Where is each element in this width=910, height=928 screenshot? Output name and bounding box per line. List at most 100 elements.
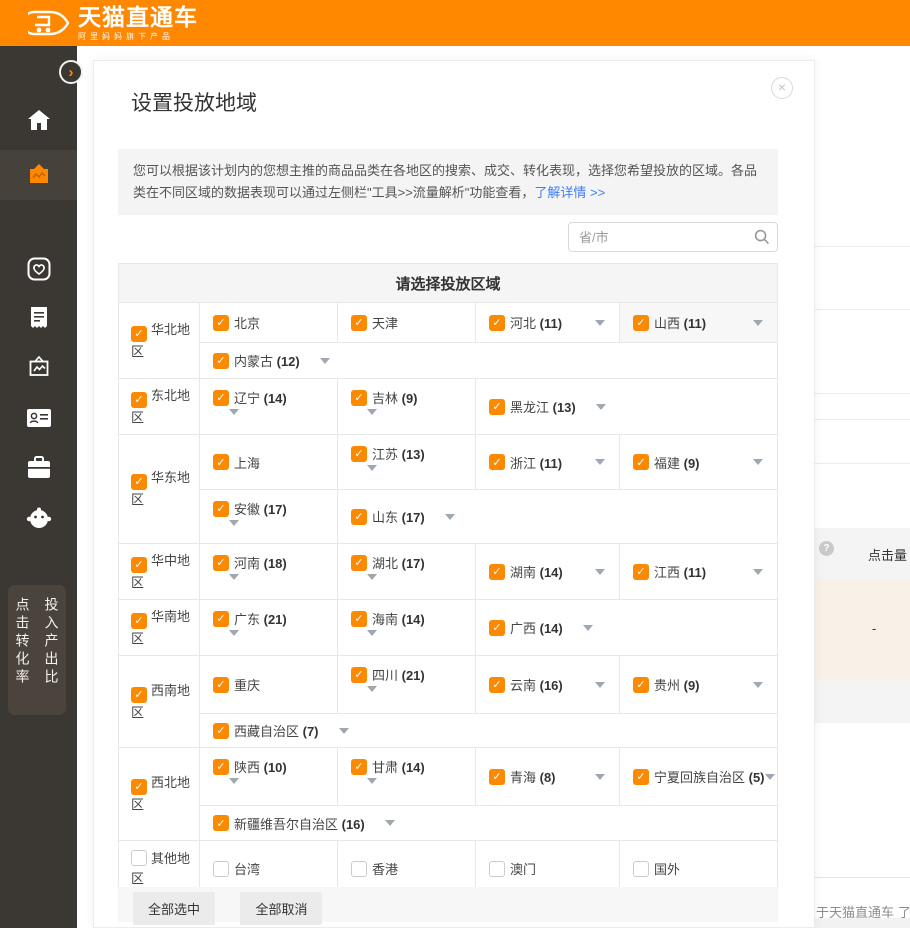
checkbox-checked[interactable]: ✓ — [489, 399, 505, 415]
checkbox-checked[interactable]: ✓ — [131, 474, 147, 490]
checkbox-checked[interactable]: ✓ — [213, 555, 229, 571]
checkbox-checked[interactable]: ✓ — [633, 677, 649, 693]
checkbox-checked[interactable]: ✓ — [633, 769, 649, 785]
province-cell[interactable]: ✓海南 (14) — [337, 600, 475, 655]
province-cell[interactable]: ✓重庆 — [200, 656, 337, 713]
sidebar-item-home[interactable] — [0, 108, 77, 132]
checkbox-checked[interactable]: ✓ — [351, 509, 367, 525]
dropdown-arrow-icon[interactable] — [229, 409, 239, 432]
dropdown-arrow-icon[interactable] — [753, 569, 763, 575]
checkbox-checked[interactable]: ✓ — [351, 390, 367, 406]
province-cell[interactable]: ✓内蒙古 (12) — [200, 343, 777, 378]
search-icon[interactable] — [754, 229, 770, 245]
province-cell[interactable]: ✓黑龙江 (13) — [475, 379, 777, 434]
sidebar-item-tools[interactable] — [0, 456, 77, 480]
checkbox-checked[interactable]: ✓ — [351, 315, 367, 331]
province-cell[interactable]: ✓山西 (11) — [619, 303, 777, 342]
province-cell[interactable]: ✓青海 (8) — [475, 748, 619, 805]
sidebar-item-campaign-active[interactable] — [0, 150, 77, 200]
province-cell[interactable]: ✓甘肃 (14) — [337, 748, 475, 805]
sidebar-item-favorites[interactable] — [0, 257, 77, 281]
region-cell[interactable]: ✓西南地区 — [119, 656, 200, 747]
province-cell[interactable]: ✓四川 (21) — [337, 656, 475, 713]
learn-more-link[interactable]: 了解详情 >> — [534, 185, 605, 200]
dropdown-arrow-icon[interactable] — [595, 569, 605, 575]
province-cell[interactable]: ✓广东 (21) — [200, 600, 337, 655]
region-cell[interactable]: ✓华北地区 — [119, 303, 200, 378]
checkbox-checked[interactable]: ✓ — [131, 687, 147, 703]
checkbox-checked[interactable]: ✓ — [213, 390, 229, 406]
province-cell[interactable]: ✓新疆维吾尔自治区 (16) — [200, 806, 777, 840]
checkbox-checked[interactable]: ✓ — [351, 667, 367, 683]
province-search-input[interactable] — [568, 222, 778, 252]
checkbox-checked[interactable]: ✓ — [633, 564, 649, 580]
region-cell[interactable]: ✓华东地区 — [119, 435, 200, 543]
dropdown-arrow-icon[interactable] — [229, 520, 239, 543]
dropdown-arrow-icon[interactable] — [753, 459, 763, 465]
dropdown-arrow-icon[interactable] — [445, 514, 455, 520]
province-cell[interactable]: ✓山东 (17) — [337, 490, 777, 543]
region-cell[interactable]: ✓东北地区 — [119, 379, 200, 434]
checkbox-checked[interactable]: ✓ — [213, 759, 229, 775]
checkbox-checked[interactable]: ✓ — [351, 759, 367, 775]
checkbox-checked[interactable]: ✓ — [213, 315, 229, 331]
dropdown-arrow-icon[interactable] — [595, 459, 605, 465]
checkbox-checked[interactable]: ✓ — [213, 677, 229, 693]
province-cell[interactable]: ✓浙江 (11) — [475, 435, 619, 489]
province-cell[interactable]: ✓湖南 (14) — [475, 544, 619, 599]
dropdown-arrow-icon[interactable] — [367, 630, 377, 653]
dropdown-arrow-icon[interactable] — [367, 409, 377, 432]
province-cell[interactable]: ✓江苏 (13) — [337, 435, 475, 489]
checkbox-checked[interactable]: ✓ — [633, 454, 649, 470]
province-cell[interactable]: ✓陕西 (10) — [200, 748, 337, 805]
province-cell[interactable]: ✓云南 (16) — [475, 656, 619, 713]
dropdown-arrow-icon[interactable] — [367, 465, 377, 488]
checkbox-unchecked[interactable] — [131, 850, 147, 866]
dropdown-arrow-icon[interactable] — [596, 404, 606, 410]
dropdown-arrow-icon[interactable] — [339, 728, 349, 734]
checkbox-checked[interactable]: ✓ — [131, 557, 147, 573]
province-cell[interactable]: ✓天津 — [337, 303, 475, 342]
checkbox-checked[interactable]: ✓ — [213, 815, 229, 831]
checkbox-checked[interactable]: ✓ — [489, 677, 505, 693]
sidebar-item-board[interactable] — [0, 356, 77, 380]
checkbox-checked[interactable]: ✓ — [213, 353, 229, 369]
region-cell[interactable]: ✓华南地区 — [119, 600, 200, 655]
checkbox-unchecked[interactable] — [213, 861, 229, 877]
dropdown-arrow-icon[interactable] — [595, 320, 605, 326]
modal-close-button[interactable]: × — [771, 77, 793, 99]
checkbox-checked[interactable]: ✓ — [213, 501, 229, 517]
checkbox-checked[interactable]: ✓ — [489, 315, 505, 331]
sidebar-expand-button[interactable]: › — [59, 60, 83, 84]
sidebar-metrics-panel[interactable]: 点击转化率 投入产出比 — [8, 585, 66, 715]
app-logo[interactable]: 天猫直通车 阿里妈妈旗下产品 — [28, 4, 198, 42]
checkbox-checked[interactable]: ✓ — [351, 555, 367, 571]
checkbox-checked[interactable]: ✓ — [131, 326, 147, 342]
province-cell[interactable]: ✓福建 (9) — [619, 435, 777, 489]
deselect-all-button[interactable]: 全部取消 — [240, 892, 322, 925]
checkbox-unchecked[interactable] — [489, 861, 505, 877]
province-cell[interactable]: ✓宁夏回族自治区 (5) — [619, 748, 777, 805]
dropdown-arrow-icon[interactable] — [367, 574, 377, 597]
region-cell[interactable]: ✓华中地区 — [119, 544, 200, 599]
checkbox-checked[interactable]: ✓ — [489, 454, 505, 470]
checkbox-checked[interactable]: ✓ — [351, 611, 367, 627]
province-cell[interactable]: ✓河北 (11) — [475, 303, 619, 342]
dropdown-arrow-icon[interactable] — [229, 630, 239, 653]
checkbox-checked[interactable]: ✓ — [131, 613, 147, 629]
checkbox-checked[interactable]: ✓ — [213, 611, 229, 627]
checkbox-checked[interactable]: ✓ — [633, 315, 649, 331]
dropdown-arrow-icon[interactable] — [367, 686, 377, 709]
sidebar-item-account[interactable] — [0, 406, 77, 430]
dropdown-arrow-icon[interactable] — [753, 320, 763, 326]
checkbox-checked[interactable]: ✓ — [489, 620, 505, 636]
checkbox-checked[interactable]: ✓ — [131, 779, 147, 795]
select-all-button[interactable]: 全部选中 — [133, 892, 215, 925]
region-cell[interactable]: ✓西北地区 — [119, 748, 200, 840]
province-cell[interactable]: ✓湖北 (17) — [337, 544, 475, 599]
dropdown-arrow-icon[interactable] — [753, 682, 763, 688]
province-cell[interactable]: ✓安徽 (17) — [200, 490, 337, 543]
checkbox-checked[interactable]: ✓ — [351, 446, 367, 462]
checkbox-checked[interactable]: ✓ — [489, 769, 505, 785]
dropdown-arrow-icon[interactable] — [765, 774, 775, 780]
